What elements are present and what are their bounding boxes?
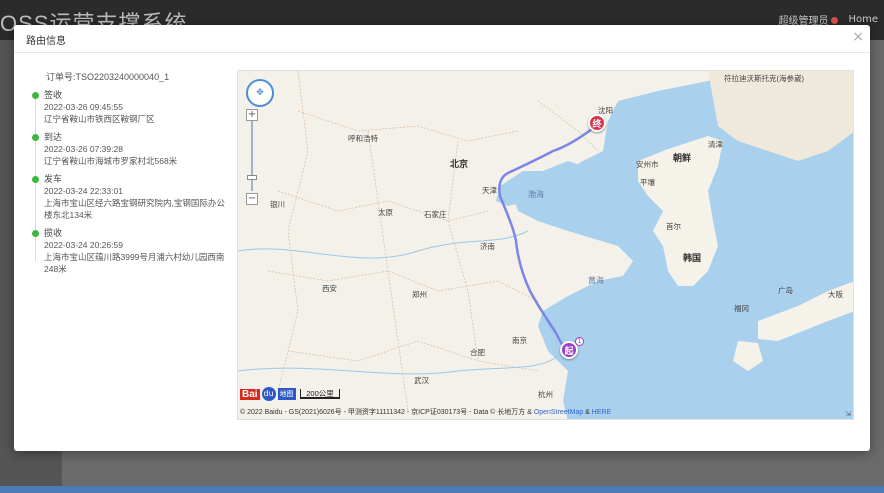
- map-label-vladivostok: 符拉迪沃斯托克(海参崴): [724, 74, 804, 83]
- timeline-status: 发车: [44, 174, 63, 184]
- timeline-time: 2022-03-24 20:26:59: [44, 240, 123, 250]
- notification-dot-icon: [831, 17, 839, 24]
- map-label-hefei: 合肥: [470, 348, 485, 357]
- map-canvas: [238, 71, 853, 419]
- status-dot-icon: [32, 230, 39, 237]
- map-scale: 200公里: [300, 389, 340, 399]
- app-footer-bar: [0, 486, 884, 493]
- baidu-paw-icon: du: [261, 387, 276, 401]
- map-label-shijiazhuang: 石家庄: [424, 210, 447, 219]
- timeline-item: 签收 2022-03-26 09:45:55 辽宁省鞍山市铁西区鞍钢厂区: [32, 89, 232, 125]
- close-icon[interactable]: ×: [852, 28, 864, 46]
- pan-arrows-icon[interactable]: ✥: [246, 79, 274, 107]
- route-info-modal: 路由信息 × 订单号:TSO2203240000040_1 签收 2022-03…: [14, 25, 870, 451]
- zoom-slider-thumb[interactable]: [247, 175, 257, 180]
- route-map[interactable]: 沈阳 呼和浩特 北京 天津 太原 石家庄 济南 西安 郑州 合肥 南京 武汉 杭…: [237, 70, 854, 420]
- map-label-taiyuan: 太原: [378, 208, 393, 217]
- modal-header: 路由信息 ×: [14, 25, 870, 53]
- timeline-status: 到达: [44, 132, 63, 142]
- home-link[interactable]: Home: [848, 14, 878, 25]
- map-label-anzhou: 安州市: [636, 160, 659, 169]
- map-label-wuhan: 武汉: [414, 376, 429, 385]
- timeline-status: 揽收: [44, 228, 63, 238]
- timeline-time: 2022-03-26 09:45:55: [44, 102, 123, 112]
- map-label-qingjin: 清津: [708, 140, 723, 149]
- timeline-address: 辽宁省鞍山市铁西区鞍钢厂区: [44, 114, 155, 124]
- timeline-item: 发车 2022-03-24 22:33:01 上海市宝山区经六路宝钢研究院内,宝…: [32, 173, 232, 221]
- map-label-shouer: 首尔: [666, 222, 681, 231]
- map-label-guangdao: 广岛: [778, 286, 793, 295]
- map-label-hanguo: 韩国: [683, 253, 702, 263]
- map-label-tianjin: 天津: [482, 186, 497, 195]
- status-dot-icon: [32, 134, 39, 141]
- route-timeline: 签收 2022-03-26 09:45:55 辽宁省鞍山市铁西区鞍钢厂区 到达 …: [32, 89, 232, 281]
- timeline-address: 上海市宝山区蕴川路3999号月浦六村幼儿园西南248米: [44, 252, 225, 274]
- map-label-hohhot: 呼和浩特: [348, 134, 378, 143]
- timeline-address: 辽宁省鞍山市海城市罗家村北568米: [44, 156, 178, 166]
- timeline-item: 到达 2022-03-26 07:39:28 辽宁省鞍山市海城市罗家村北568米: [32, 131, 232, 167]
- order-number: 订单号:TSO2203240000040_1: [46, 72, 170, 82]
- map-label-xian: 西安: [322, 284, 337, 293]
- map-label-hangzhou: 杭州: [538, 390, 553, 399]
- here-link[interactable]: HERE: [592, 409, 611, 416]
- status-dot-icon: [32, 176, 39, 183]
- status-dot-icon: [32, 92, 39, 99]
- map-label-nanjing: 南京: [512, 336, 527, 345]
- timeline-item: 揽收 2022-03-24 20:26:59 上海市宝山区蕴川路3999号月浦六…: [32, 227, 232, 275]
- map-label-yinchuan: 银川: [270, 200, 285, 209]
- map-label-zhengzhou: 郑州: [412, 290, 427, 299]
- map-label-bohai: 渤海: [528, 190, 544, 199]
- timeline-time: 2022-03-26 07:39:28: [44, 144, 123, 154]
- start-marker-badge: 1: [575, 337, 584, 346]
- resize-handle-icon[interactable]: ⇲: [845, 410, 851, 418]
- map-label-chaoxian: 朝鲜: [673, 153, 692, 163]
- map-label-dayan: 大阪: [828, 290, 843, 299]
- map-label-huanghai: 黄海: [588, 276, 604, 285]
- timeline-time: 2022-03-24 22:33:01: [44, 186, 123, 196]
- modal-title: 路由信息: [26, 36, 66, 47]
- map-label-pingrang: 平壤: [640, 178, 655, 187]
- map-label-beijing: 北京: [450, 159, 469, 169]
- timeline-address: 上海市宝山区经六路宝钢研究院内,宝钢国际办公楼东北134米: [44, 198, 225, 220]
- baidu-logo: Bai du 地图: [240, 387, 296, 401]
- timeline-status: 签收: [44, 90, 63, 100]
- map-label-fukang: 福冈: [734, 304, 749, 313]
- zoom-in-button[interactable]: +: [246, 109, 258, 121]
- map-pan-control[interactable]: ✥: [246, 79, 274, 107]
- zoom-out-button[interactable]: −: [246, 193, 258, 205]
- end-marker[interactable]: 终: [588, 114, 606, 132]
- map-copyright: © 2022 Baidu - GS(2021)6026号 - 甲测资字11111…: [240, 409, 612, 416]
- map-label-jinan: 济南: [480, 242, 495, 251]
- osm-link[interactable]: OpenStreetMap: [534, 409, 583, 416]
